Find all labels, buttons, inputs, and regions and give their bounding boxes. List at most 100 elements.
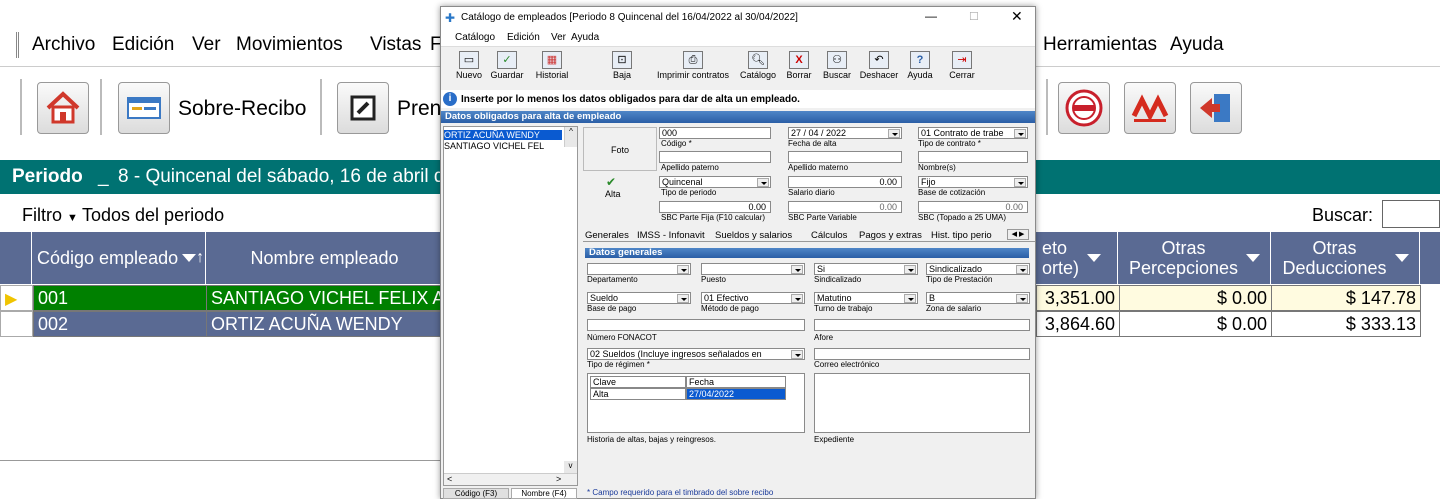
- apellido-materno-field[interactable]: [788, 151, 902, 163]
- cell-otras-percepciones[interactable]: $ 0.00: [1119, 311, 1272, 337]
- cell-otras-percepciones[interactable]: $ 0.00: [1119, 285, 1272, 311]
- scroll-right-icon[interactable]: >: [556, 474, 561, 484]
- chevron-down-icon[interactable]: [677, 265, 689, 274]
- tab-calculos[interactable]: Cálculos: [811, 230, 847, 241]
- tab-codigo-f3[interactable]: Código (F3): [443, 488, 509, 499]
- departamento-select[interactable]: [587, 263, 691, 275]
- fecha-alta-field[interactable]: 27 / 04 / 2022: [788, 127, 902, 139]
- home-button[interactable]: [37, 82, 89, 134]
- chevron-down-icon[interactable]: [1014, 129, 1026, 138]
- minimize-button[interactable]: —: [925, 9, 937, 23]
- sbc-fija-field[interactable]: 0.00: [659, 201, 771, 213]
- filter-dropdown[interactable]: Filtro ▼: [22, 205, 78, 226]
- sbc-variable-field[interactable]: 0.00: [788, 201, 902, 213]
- cell-otras-deducciones[interactable]: $ 147.78: [1271, 285, 1421, 311]
- cell-neto[interactable]: 3,864.60: [1036, 311, 1120, 337]
- cerrar-button[interactable]: ⇥ Cerrar: [945, 51, 979, 80]
- menu-ayuda[interactable]: Ayuda: [1170, 34, 1224, 56]
- photo-box[interactable]: Foto: [583, 127, 657, 171]
- guardar-button[interactable]: ✓ Guardar: [489, 51, 525, 80]
- period-dropdown[interactable]: _: [98, 166, 109, 188]
- menu-catalogo[interactable]: Catálogo: [455, 32, 495, 43]
- list-item[interactable]: SANTIAGO VICHEL FEL: [444, 141, 562, 151]
- menu-vistas[interactable]: Vistas: [370, 34, 421, 56]
- tipo-regimen-select[interactable]: 02 Sueldos (Incluye ingresos señalados e…: [587, 348, 805, 360]
- fonacot-field[interactable]: [587, 319, 805, 331]
- metodo-pago-select[interactable]: 01 Efectivo: [701, 292, 805, 304]
- sobre-recibo-label[interactable]: Sobre-Recibo: [178, 97, 306, 121]
- exit-button[interactable]: [1190, 82, 1242, 134]
- prenomina-button[interactable]: [337, 82, 389, 134]
- tipo-contrato-select[interactable]: 01 Contrato de trabe: [918, 127, 1028, 139]
- period-value[interactable]: 8 - Quincenal del sábado, 16 de abril de…: [118, 166, 471, 188]
- chevron-down-icon[interactable]: [1016, 265, 1028, 274]
- sindicalizado-select[interactable]: Si: [814, 263, 918, 275]
- deshacer-button[interactable]: ↶ Deshacer: [857, 51, 901, 80]
- puesto-select[interactable]: [701, 263, 805, 275]
- tab-sueldos-salarios[interactable]: Sueldos y salarios: [715, 230, 792, 241]
- prenomina-label[interactable]: Pren: [397, 97, 441, 121]
- cell-otras-deducciones[interactable]: $ 333.13: [1271, 311, 1421, 337]
- cell-nombre[interactable]: SANTIAGO VICHEL FELIX AD: [206, 285, 444, 311]
- col-codigo-header[interactable]: Código empleado ↑: [33, 232, 206, 284]
- cell-nombre[interactable]: ORTIZ ACUÑA WENDY: [206, 311, 444, 337]
- baja-button[interactable]: ⊡ Baja: [607, 51, 637, 80]
- imprimir-contratos-button[interactable]: ⎙ Imprimir contratos: [653, 51, 733, 80]
- menu-edicion[interactable]: Edición: [507, 32, 540, 43]
- nuevo-button[interactable]: ▭ Nuevo: [453, 51, 485, 80]
- borrar-button[interactable]: X Borrar: [783, 51, 815, 80]
- tab-pagos-extras[interactable]: Pagos y extras: [859, 230, 922, 241]
- history-table[interactable]: Clave Fecha Alta 27/04/2022: [587, 373, 805, 433]
- menu-archivo[interactable]: Archivo: [32, 34, 95, 56]
- maximize-button[interactable]: ☐: [969, 10, 979, 23]
- close-button[interactable]: ✕: [1011, 8, 1023, 25]
- tab-hist-tipo-periodo[interactable]: Hist. tipo perio: [931, 230, 992, 241]
- chevron-down-icon[interactable]: [904, 265, 916, 274]
- menu-ayuda[interactable]: Ayuda: [571, 32, 599, 43]
- catalogo-button[interactable]: 🔍︎ Catálogo: [737, 51, 779, 80]
- search-input[interactable]: [1382, 200, 1440, 228]
- sbc-topado-field[interactable]: 0.00: [918, 201, 1028, 213]
- chevron-down-icon[interactable]: [791, 265, 803, 274]
- codigo-field[interactable]: 000: [659, 127, 771, 139]
- afore-field[interactable]: [814, 319, 1030, 331]
- menu-edicion[interactable]: Edición: [112, 34, 174, 56]
- base-cotizacion-select[interactable]: Fijo: [918, 176, 1028, 188]
- chevron-down-icon[interactable]: [791, 350, 803, 359]
- expediente-box[interactable]: [814, 373, 1030, 433]
- menu-herramientas[interactable]: Herramientas: [1043, 34, 1157, 56]
- cell-neto[interactable]: 3,351.00: [1036, 285, 1120, 311]
- list-hscrollbar[interactable]: < >: [444, 473, 577, 485]
- col-neto-header[interactable]: eto orte): [1036, 232, 1118, 284]
- history-cell-clave[interactable]: Alta: [590, 388, 686, 400]
- tab-imss-infonavit[interactable]: IMSS - Infonavit: [637, 230, 705, 241]
- cell-codigo[interactable]: 002: [33, 311, 207, 337]
- chevron-down-icon[interactable]: [888, 129, 900, 138]
- list-scrollbar-up[interactable]: ^: [564, 127, 577, 147]
- zona-salario-select[interactable]: B: [926, 292, 1030, 304]
- chevron-down-icon[interactable]: [904, 294, 916, 303]
- chevron-down-icon[interactable]: [791, 294, 803, 303]
- turno-select[interactable]: Matutino: [814, 292, 918, 304]
- buscar-button[interactable]: ⚇ Buscar: [819, 51, 855, 80]
- sobre-recibo-button[interactable]: [118, 82, 170, 134]
- salario-diario-field[interactable]: 0.00: [788, 176, 902, 188]
- tab-scroll-arrows[interactable]: ◀ ▶: [1007, 229, 1029, 240]
- col-otras-percepciones-header[interactable]: Otras Percepciones: [1119, 232, 1271, 284]
- tipo-prestacion-select[interactable]: Sindicalizado: [926, 263, 1030, 275]
- chevron-down-icon[interactable]: [757, 178, 769, 187]
- menu-ver[interactable]: Ver: [192, 34, 221, 56]
- tab-generales[interactable]: Generales: [585, 230, 629, 241]
- employee-list[interactable]: ORTIZ ACUÑA WENDY SANTIAGO VICHEL FEL ^ …: [443, 126, 578, 486]
- correo-field[interactable]: [814, 348, 1030, 360]
- apellido-paterno-field[interactable]: [659, 151, 771, 163]
- cell-codigo[interactable]: 001: [33, 285, 207, 311]
- col-nombre-header[interactable]: Nombre empleado: [207, 232, 443, 284]
- col-otras-deducciones-header[interactable]: Otras Deducciones: [1272, 232, 1420, 284]
- menu-ver[interactable]: Ver: [551, 32, 566, 43]
- tab-nombre-f4[interactable]: Nombre (F4): [511, 488, 577, 499]
- list-item[interactable]: ORTIZ ACUÑA WENDY: [444, 130, 562, 140]
- tipo-periodo-select[interactable]: Quincenal: [659, 176, 771, 188]
- base-pago-select[interactable]: Sueldo: [587, 292, 691, 304]
- chevron-down-icon[interactable]: [677, 294, 689, 303]
